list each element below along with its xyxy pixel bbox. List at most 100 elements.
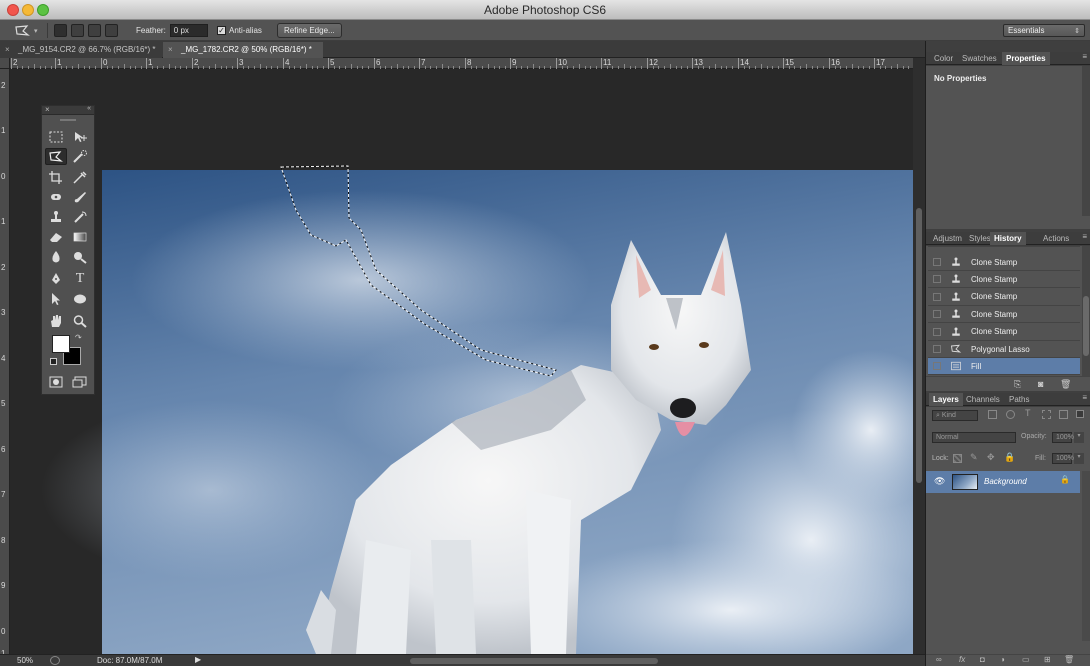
tab-adjustments[interactable]: Adjustm xyxy=(933,232,962,245)
default-colors-icon[interactable] xyxy=(50,358,57,365)
zoom-level[interactable]: 50% xyxy=(17,656,33,665)
history-snapshot-checkbox[interactable] xyxy=(933,310,941,319)
path-selection-tool[interactable] xyxy=(45,290,67,307)
panel-menu-icon[interactable]: ≡ xyxy=(1082,52,1087,61)
filter-pixel-icon[interactable] xyxy=(988,410,997,419)
adjustment-layer-icon[interactable]: ◑ xyxy=(1000,655,1005,664)
tab-color[interactable]: Color xyxy=(934,52,953,65)
new-document-from-state-icon[interactable]: ⎘ xyxy=(1014,379,1021,390)
fill-input[interactable]: 100% xyxy=(1052,453,1074,464)
camera-icon[interactable]: ◙ xyxy=(1038,379,1043,389)
filter-toggle-icon[interactable] xyxy=(1076,410,1084,418)
visibility-eye-icon[interactable]: 👁 xyxy=(934,476,945,487)
tab-swatches[interactable]: Swatches xyxy=(962,52,997,65)
crop-tool[interactable] xyxy=(45,168,67,185)
refine-edge-button[interactable]: Refine Edge... xyxy=(277,23,342,38)
new-layer-icon[interactable]: ⊞ xyxy=(1044,655,1051,664)
scroll-thumb[interactable] xyxy=(916,208,922,483)
tool-preset-picker[interactable]: ▾ xyxy=(14,23,42,38)
toolbox-header[interactable]: × « xyxy=(42,105,94,115)
properties-scrollbar[interactable] xyxy=(1082,66,1090,216)
screen-mode-button[interactable] xyxy=(69,373,91,390)
blend-mode-select[interactable]: Normal xyxy=(932,432,1016,443)
tab-paths[interactable]: Paths xyxy=(1009,393,1029,406)
layers-scrollbar[interactable] xyxy=(1082,471,1090,641)
blur-tool[interactable] xyxy=(45,248,67,265)
history-brush-tool[interactable] xyxy=(69,208,91,225)
history-snapshot-checkbox[interactable] xyxy=(933,327,941,336)
type-tool[interactable]: T xyxy=(69,270,91,287)
new-group-icon[interactable]: ▭ xyxy=(1022,655,1030,664)
quick-selection-tool[interactable] xyxy=(69,148,91,165)
eraser-tool[interactable] xyxy=(45,228,67,245)
close-tab-icon[interactable]: × xyxy=(5,42,10,58)
history-row[interactable]: Fill xyxy=(928,358,1080,376)
intersect-selection-button[interactable] xyxy=(105,24,118,37)
tab-properties[interactable]: Properties xyxy=(1002,52,1050,65)
history-row[interactable]: Clone Stamp xyxy=(928,254,1080,271)
opacity-dropdown-icon[interactable]: ▾ xyxy=(1074,432,1084,443)
history-snapshot-checkbox[interactable] xyxy=(933,292,941,301)
document-tab-active[interactable]: × _MG_1782.CR2 @ 50% (RGB/16*) * xyxy=(163,42,323,58)
close-panel-icon[interactable]: × xyxy=(45,105,50,114)
link-layers-icon[interactable]: ∞ xyxy=(936,655,942,664)
canvas-area[interactable] xyxy=(11,70,913,654)
shape-tool[interactable] xyxy=(69,290,91,307)
horizontal-scrollbar[interactable] xyxy=(410,658,658,664)
clone-stamp-tool[interactable] xyxy=(45,208,67,225)
layer-filter-kind[interactable]: ⌕ Kind xyxy=(932,410,978,421)
opacity-input[interactable]: 100% xyxy=(1052,432,1074,443)
eyedropper-tool[interactable] xyxy=(69,168,91,185)
layer-name[interactable]: Background xyxy=(984,477,1027,486)
filter-smartobject-icon[interactable] xyxy=(1059,410,1068,419)
tab-styles[interactable]: Styles xyxy=(969,232,991,245)
history-snapshot-checkbox[interactable] xyxy=(933,345,941,353)
swap-colors-icon[interactable]: ↷ xyxy=(75,333,82,342)
layer-row-background[interactable]: 👁 Background 🔒 xyxy=(926,471,1080,493)
lock-all-icon[interactable]: 🔒 xyxy=(1004,452,1015,463)
tab-actions[interactable]: Actions xyxy=(1043,232,1069,245)
feather-input[interactable] xyxy=(169,24,208,37)
scroll-thumb[interactable] xyxy=(1083,296,1089,356)
collapse-panel-icon[interactable]: « xyxy=(87,105,91,112)
quick-mask-button[interactable] xyxy=(45,373,67,390)
antialias-checkbox[interactable]: ✓ xyxy=(217,26,226,35)
history-snapshot-checkbox[interactable] xyxy=(933,258,941,266)
lock-image-icon[interactable]: ✎ xyxy=(970,452,978,463)
history-row[interactable]: Clone Stamp xyxy=(928,271,1080,289)
history-row[interactable]: Clone Stamp xyxy=(928,324,1080,341)
status-menu-arrow-icon[interactable]: ▶ xyxy=(195,655,201,664)
vertical-ruler[interactable]: 21012345678901 xyxy=(0,69,10,658)
horizontal-ruler[interactable]: 2 1 0 1 2 3 4 5 6 7 8 9 10 11 12 13 14 15 16 17 xyxy=(10,58,915,69)
trash-icon[interactable]: 🗑 xyxy=(1060,379,1071,390)
new-selection-button[interactable] xyxy=(54,24,67,37)
history-scrollbar[interactable] xyxy=(1082,246,1090,376)
filter-shape-icon[interactable] xyxy=(1042,410,1051,419)
subtract-from-selection-button[interactable] xyxy=(88,24,101,37)
pen-tool[interactable] xyxy=(45,270,67,287)
workspace-switcher[interactable]: Essentials ⇕ xyxy=(1003,24,1085,37)
filter-adjustment-icon[interactable] xyxy=(1006,410,1015,419)
add-mask-icon[interactable]: ◘ xyxy=(980,655,985,664)
lock-transparent-icon[interactable] xyxy=(953,454,962,463)
marquee-tool[interactable] xyxy=(45,128,67,145)
panel-menu-icon[interactable]: ≡ xyxy=(1082,232,1087,241)
tab-history[interactable]: History xyxy=(990,232,1026,245)
polygonal-lasso-tool[interactable] xyxy=(45,148,67,165)
fill-dropdown-icon[interactable]: ▾ xyxy=(1074,453,1084,464)
filter-type-icon[interactable]: T xyxy=(1025,408,1031,418)
history-row[interactable]: Clone Stamp xyxy=(928,306,1080,324)
add-to-selection-button[interactable] xyxy=(71,24,84,37)
zoom-tool[interactable] xyxy=(69,312,91,329)
panel-menu-icon[interactable]: ≡ xyxy=(1082,393,1087,402)
dodge-tool[interactable] xyxy=(69,248,91,265)
spot-healing-tool[interactable] xyxy=(45,188,67,205)
gradient-tool[interactable] xyxy=(69,228,91,245)
layer-style-icon[interactable]: fx xyxy=(959,655,965,664)
tab-channels[interactable]: Channels xyxy=(966,393,1000,406)
close-tab-icon[interactable]: × xyxy=(168,42,173,58)
history-row[interactable]: Polygonal Lasso xyxy=(928,341,1080,358)
history-snapshot-checkbox[interactable] xyxy=(933,362,941,371)
canvas-vertical-scrollbar[interactable] xyxy=(913,58,925,654)
document-image[interactable] xyxy=(11,70,913,654)
